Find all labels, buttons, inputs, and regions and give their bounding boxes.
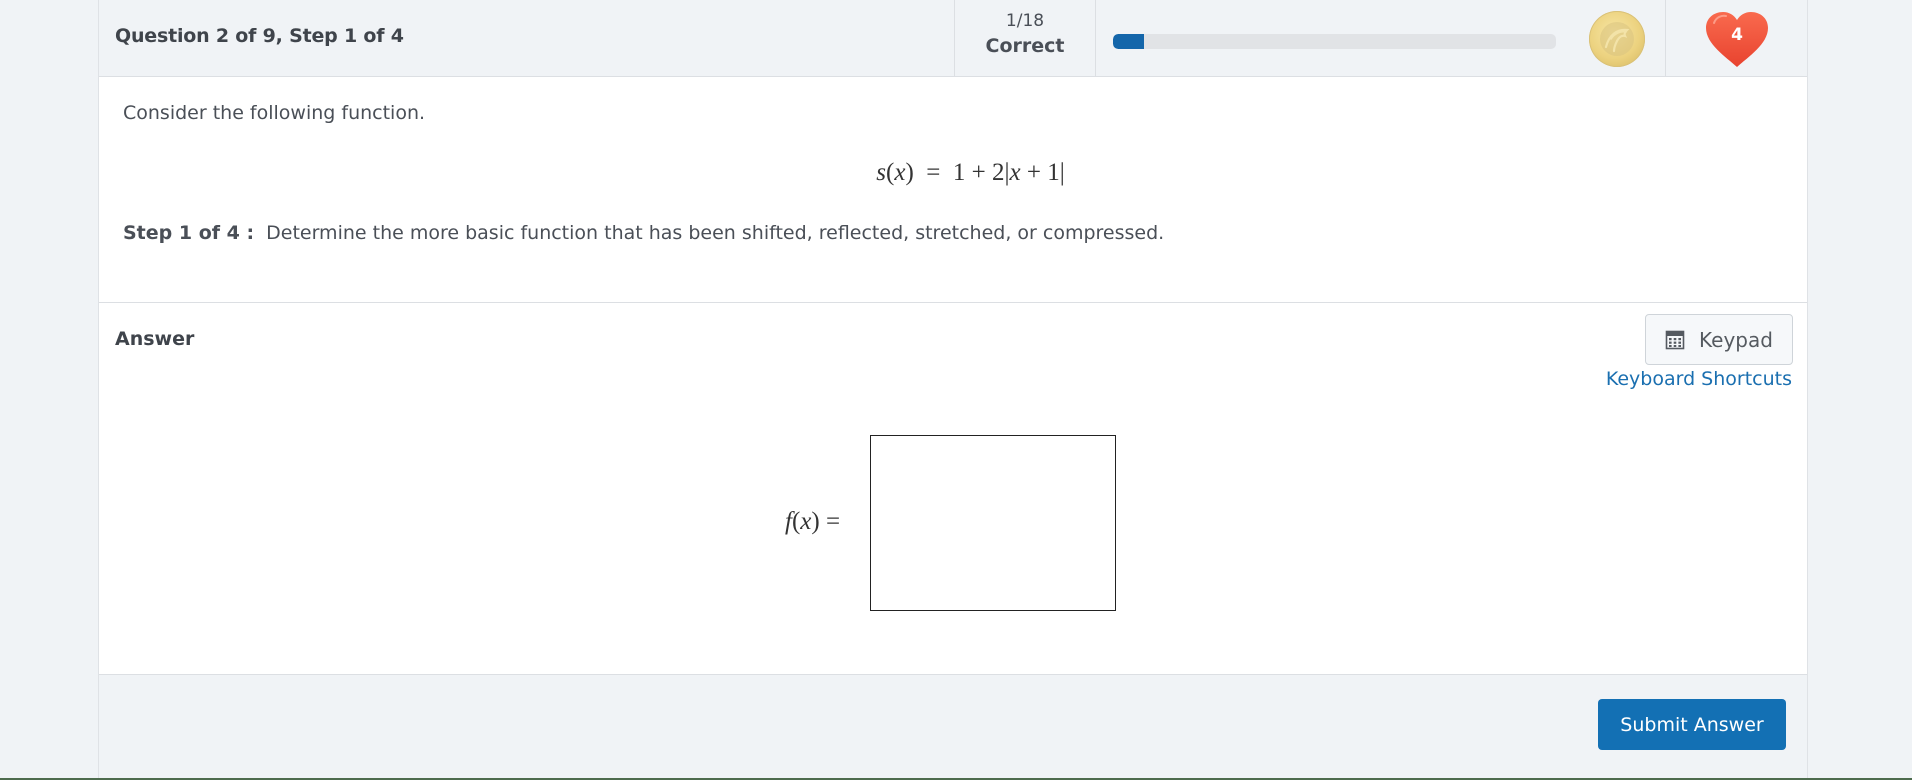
answer-heading: Answer: [115, 328, 195, 350]
keyboard-shortcuts-link[interactable]: Keyboard Shortcuts: [1606, 368, 1792, 390]
question-header: Question 2 of 9, Step 1 of 4 1/18 Correc…: [99, 0, 1807, 77]
submit-answer-button[interactable]: Submit Answer: [1598, 699, 1786, 750]
question-progress-title: Question 2 of 9, Step 1 of 4: [115, 25, 404, 47]
equation-rhs-part-1: 1 + 2|: [952, 159, 1010, 186]
step-instruction: Step 1 of 4 : Determine the more basic f…: [123, 222, 1164, 244]
equation-equals: =: [920, 159, 947, 186]
answer-section: Answer Keypad Keyboard Shortcuts f(x) =: [99, 303, 1807, 674]
answer-function-name: f: [785, 508, 792, 535]
equation-lhs-variable: x: [894, 159, 906, 186]
question-body: Consider the following function. s(x) = …: [99, 77, 1807, 303]
function-equation: s(x) = 1 + 2|x + 1|: [99, 159, 1807, 187]
answer-variable: x: [800, 508, 812, 535]
eagle-coin-icon: [1589, 11, 1645, 67]
answer-equals: =: [825, 508, 841, 535]
calculator-icon: [1665, 330, 1685, 349]
eagle-glyph-icon: [1600, 22, 1634, 56]
equation-rhs-variable: x: [1009, 159, 1021, 186]
question-intro: Consider the following function.: [123, 102, 426, 124]
progress-bar-fill: [1113, 34, 1144, 49]
step-label: Step 1 of 4 :: [123, 222, 255, 244]
step-text: Determine the more basic function that h…: [266, 222, 1165, 244]
lives-panel: 4: [1665, 0, 1807, 76]
progress-bar: [1113, 34, 1556, 49]
question-card: Question 2 of 9, Step 1 of 4 1/18 Correc…: [98, 0, 1808, 778]
answer-input-label: f(x) =: [785, 508, 840, 536]
answer-footer: Submit Answer: [99, 674, 1807, 778]
equation-function-name: s: [876, 159, 887, 186]
correct-label: Correct: [985, 35, 1065, 57]
equation-rhs-part-3: + 1|: [1020, 159, 1065, 186]
answer-close-paren: ): [811, 508, 820, 535]
keypad-button[interactable]: Keypad: [1645, 314, 1793, 365]
answer-input[interactable]: [870, 435, 1116, 611]
score-panel: 1/18 Correct: [954, 0, 1096, 76]
correct-count: 1/18: [1005, 11, 1045, 31]
keypad-label: Keypad: [1699, 327, 1773, 352]
heart-icon: 4: [1704, 11, 1770, 69]
equation-close-paren: ): [905, 159, 914, 186]
page: Question 2 of 9, Step 1 of 4 1/18 Correc…: [0, 0, 1912, 780]
lives-count: 4: [1731, 25, 1743, 45]
